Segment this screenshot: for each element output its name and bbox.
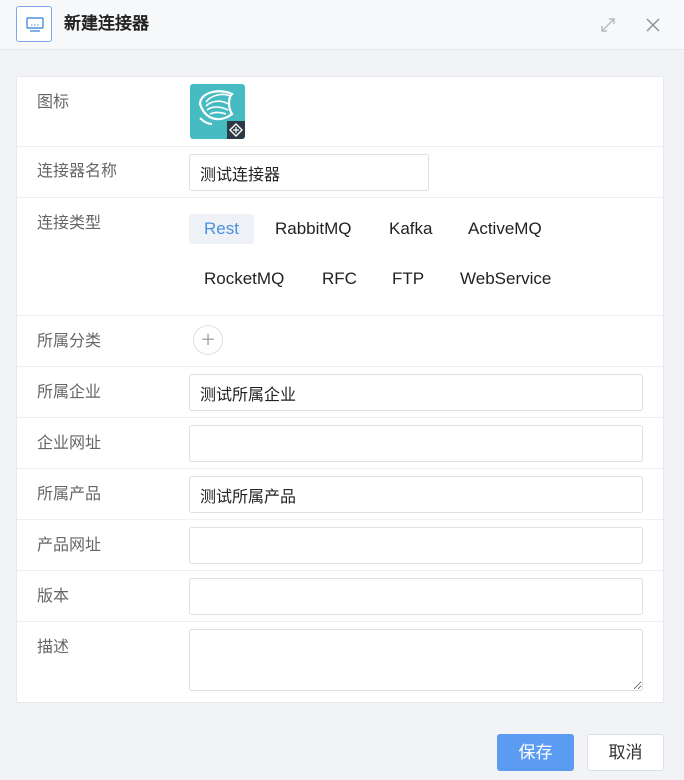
close-icon[interactable] xyxy=(643,15,663,35)
type-option-webservice[interactable]: WebService xyxy=(445,264,566,294)
type-option-rfc[interactable]: RFC xyxy=(307,264,372,294)
dialog-titlebar: 新建连接器 xyxy=(0,0,684,50)
type-option-activemq[interactable]: ActiveMQ xyxy=(453,214,557,244)
add-category-button[interactable]: + xyxy=(193,325,223,355)
expand-arrows-icon[interactable] xyxy=(598,15,618,35)
type-option-rest[interactable]: Rest xyxy=(189,214,254,244)
type-option-rabbitmq[interactable]: RabbitMQ xyxy=(260,214,367,244)
shell-logo-icon[interactable] xyxy=(190,84,245,139)
save-button[interactable]: 保存 xyxy=(497,734,574,771)
cancel-button[interactable]: 取消 xyxy=(587,734,664,771)
row-version: 版本 xyxy=(17,571,663,622)
row-product-url: 产品网址 xyxy=(17,520,663,571)
product-url-input[interactable] xyxy=(189,527,643,564)
description-textarea[interactable] xyxy=(189,629,643,691)
monitor-icon xyxy=(16,6,52,42)
product-url-label: 产品网址 xyxy=(37,535,102,554)
connector-form: 图标 连接器名称 连接类型 xyxy=(16,76,664,703)
row-connector-name: 连接器名称 xyxy=(17,147,663,198)
connection-type-label: 连接类型 xyxy=(37,213,102,232)
row-product: 所属产品 xyxy=(17,469,663,520)
connector-name-input[interactable] xyxy=(189,154,429,191)
connector-name-label: 连接器名称 xyxy=(37,161,118,180)
row-company: 所属企业 xyxy=(17,367,663,418)
version-label: 版本 xyxy=(37,586,70,605)
description-label: 描述 xyxy=(37,637,70,656)
new-connector-dialog: 新建连接器 图标 连接器名称 测试连接器 连接类型 Rest RabbitMQ … xyxy=(0,0,684,780)
row-company-url: 企业网址 xyxy=(17,418,663,469)
icon-label: 图标 xyxy=(37,92,70,111)
company-input[interactable] xyxy=(189,374,643,411)
version-input[interactable] xyxy=(189,578,643,615)
type-option-rocketmq[interactable]: RocketMQ xyxy=(189,264,299,294)
row-connection-type: 连接类型 Rest RabbitMQ Kafka ActiveMQ Rocket… xyxy=(17,198,663,316)
category-label: 所属分类 xyxy=(37,331,102,350)
product-label: 所属产品 xyxy=(37,484,102,503)
product-input[interactable] xyxy=(189,476,643,513)
row-description: 描述 xyxy=(17,622,663,702)
company-url-label: 企业网址 xyxy=(37,433,102,452)
company-label: 所属企业 xyxy=(37,382,102,401)
type-option-kafka[interactable]: Kafka xyxy=(374,214,447,244)
dialog-title: 新建连接器 xyxy=(64,14,149,34)
type-option-ftp[interactable]: FTP xyxy=(377,264,439,294)
company-url-input[interactable] xyxy=(189,425,643,462)
row-icon: 图标 xyxy=(17,77,663,147)
row-category: 所属分类 + xyxy=(17,316,663,367)
